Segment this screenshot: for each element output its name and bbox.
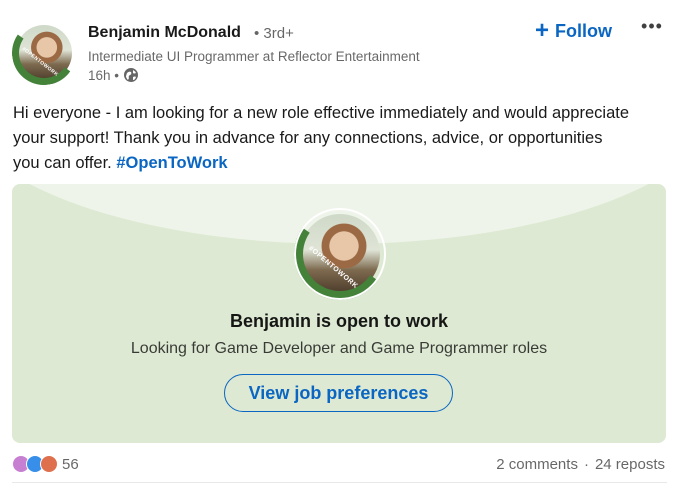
open-to-work-frame <box>6 15 82 91</box>
open-to-work-title: Benjamin is open to work <box>229 311 449 331</box>
hashtag-link[interactable]: #OpenToWork <box>116 154 227 172</box>
view-job-preferences-button[interactable]: View job preferences <box>224 374 453 412</box>
open-to-work-avatar: #OPENTOWORK <box>286 200 394 308</box>
avatar-ring <box>294 208 386 300</box>
reactions-summary[interactable]: 56 <box>12 455 79 473</box>
author-avatar[interactable]: #OPENTOWORK <box>6 15 82 91</box>
author-name[interactable]: Benjamin McDonald <box>88 24 241 42</box>
open-to-work-subtitle: Looking for Game Developer and Game Prog… <box>130 340 548 357</box>
post-body: Hi everyone - I am looking for a new rol… <box>13 101 633 176</box>
separator-dot: · <box>583 456 589 473</box>
comments-count[interactable]: 2 comments <box>496 456 578 473</box>
author-headline: Intermediate UI Programmer at Reflector … <box>88 49 420 64</box>
post-text: Hi everyone - I am looking for a new rol… <box>13 104 630 172</box>
follow-button[interactable]: + Follow <box>531 17 616 45</box>
feed-post: #OPENTOWORK Benjamin McDonald • 3rd+ Int… <box>0 0 683 488</box>
plus-icon: + <box>535 17 550 44</box>
post-time: 16h • <box>88 67 120 83</box>
follow-label: Follow <box>555 20 613 41</box>
ellipsis-icon[interactable]: ••• <box>640 16 664 40</box>
divider <box>12 482 667 483</box>
reposts-count[interactable]: 24 reposts <box>595 456 665 473</box>
globe-icon <box>124 68 139 82</box>
connection-degree: • 3rd+ <box>254 25 294 42</box>
social-counts: 2 comments · 24 reposts <box>496 456 665 473</box>
love-icon <box>40 455 58 473</box>
reaction-count: 56 <box>62 455 79 473</box>
post-meta: 16h • <box>88 67 139 83</box>
open-to-work-card[interactable]: #OPENTOWORK Benjamin is open to work Loo… <box>12 184 666 443</box>
